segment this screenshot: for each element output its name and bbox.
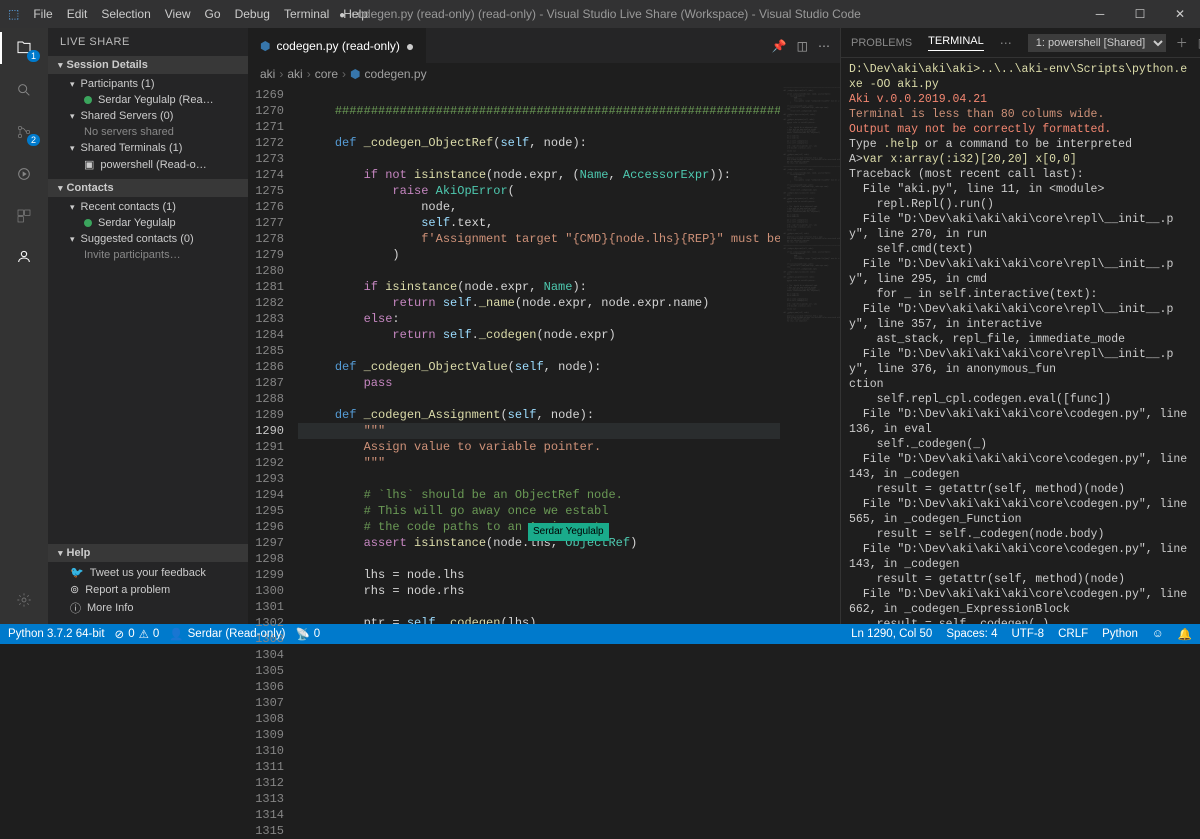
- app-icon: ⬚: [8, 7, 19, 21]
- close-button[interactable]: ✕: [1160, 0, 1200, 28]
- extensions-icon[interactable]: [12, 204, 36, 228]
- tab-codegen[interactable]: ⬢ codegen.py (read-only) ●: [248, 28, 427, 63]
- breadcrumb[interactable]: aki› aki› core› ⬢ codegen.py: [248, 63, 840, 85]
- contact-serdar[interactable]: Serdar Yegulalp: [48, 215, 248, 231]
- search-icon[interactable]: [12, 78, 36, 102]
- editor-tabs: ⬢ codegen.py (read-only) ● 📌 ◫ ⋯: [248, 28, 840, 63]
- status-eol[interactable]: CRLF: [1058, 627, 1088, 641]
- terminal-selector[interactable]: 1: powershell [Shared]: [1028, 34, 1166, 52]
- modified-indicator-icon: ●: [406, 38, 414, 54]
- tweet-feedback[interactable]: 🐦Tweet us your feedback: [48, 564, 248, 581]
- new-terminal-icon[interactable]: ＋: [1176, 34, 1188, 51]
- participant-serdar[interactable]: Serdar Yegulalp (Rea…: [48, 92, 248, 108]
- terminal-output[interactable]: D:\Dev\aki\aki\aki>..\..\aki-env\Scripts…: [841, 58, 1200, 624]
- participants-item[interactable]: Participants (1): [48, 76, 248, 92]
- presence-dot-icon: [84, 96, 92, 104]
- status-position[interactable]: Ln 1290, Col 50: [851, 627, 932, 641]
- recent-contacts-item[interactable]: Recent contacts (1): [48, 199, 248, 215]
- menu-view[interactable]: View: [165, 7, 191, 21]
- report-problem[interactable]: ⊚Report a problem: [48, 581, 248, 598]
- menu-bar: File Edit Selection View Go Debug Termin…: [33, 7, 368, 21]
- explorer-icon[interactable]: 1: [12, 36, 36, 60]
- menu-edit[interactable]: Edit: [67, 7, 88, 21]
- status-bar: Python 3.7.2 64-bit ⊘ 0 ⚠ 0 👤 Serdar (Re…: [0, 624, 1200, 644]
- section-help[interactable]: Help: [48, 544, 248, 562]
- panel-tab-problems[interactable]: Problems: [851, 37, 912, 49]
- menu-go[interactable]: Go: [205, 7, 221, 21]
- code-editor[interactable]: ########################################…: [298, 85, 780, 624]
- section-contacts[interactable]: Contacts: [48, 179, 248, 197]
- activity-bar: 1 2: [0, 28, 48, 624]
- python-file-icon: ⬢: [350, 67, 360, 81]
- status-errors[interactable]: ⊘ 0 ⚠ 0: [115, 627, 160, 641]
- collaborator-cursor: Serdar Yegulalp: [528, 523, 609, 541]
- twitter-icon: 🐦: [70, 566, 84, 579]
- debug-icon[interactable]: [12, 162, 36, 186]
- minimize-button[interactable]: ─: [1080, 0, 1120, 28]
- terminal-powershell-item[interactable]: ▣powershell (Read-o…: [48, 156, 248, 173]
- minimap[interactable]: ########################################…: [780, 85, 840, 624]
- status-spaces[interactable]: Spaces: 4: [946, 627, 997, 641]
- status-python[interactable]: Python 3.7.2 64-bit: [8, 628, 105, 640]
- more-actions-icon[interactable]: ⋯: [818, 39, 830, 53]
- editor-area: ⬢ codegen.py (read-only) ● 📌 ◫ ⋯ aki› ak…: [248, 28, 840, 624]
- no-servers-label: No servers shared: [48, 124, 248, 140]
- pin-icon[interactable]: 📌: [772, 39, 787, 53]
- more-info[interactable]: ⓘMore Info: [48, 598, 248, 618]
- source-control-icon[interactable]: 2: [12, 120, 36, 144]
- suggested-contacts-item[interactable]: Suggested contacts (0): [48, 231, 248, 247]
- shared-servers-item[interactable]: Shared Servers (0): [48, 108, 248, 124]
- info-icon: ⓘ: [70, 600, 81, 616]
- python-file-icon: ⬢: [260, 39, 270, 53]
- invite-participants[interactable]: Invite participants…: [48, 247, 248, 263]
- presence-dot-icon: [84, 219, 92, 227]
- live-share-icon[interactable]: [12, 246, 36, 270]
- menu-terminal[interactable]: Terminal: [284, 7, 329, 21]
- shared-terminals-item[interactable]: Shared Terminals (1): [48, 140, 248, 156]
- terminal-panel: Problems Terminal ⋯ 1: powershell [Share…: [840, 28, 1200, 624]
- window-title: codegen.py (read-only) (read-only) - Vis…: [339, 7, 861, 21]
- menu-file[interactable]: File: [33, 7, 52, 21]
- status-notifications-icon[interactable]: 🔔: [1178, 627, 1192, 641]
- status-encoding[interactable]: UTF-8: [1011, 627, 1044, 641]
- status-language[interactable]: Python: [1102, 627, 1138, 641]
- terminal-icon: ▣: [84, 158, 94, 171]
- line-gutter: 1269127012711272127312741275127612771278…: [248, 85, 298, 624]
- status-port[interactable]: 📡 0: [295, 627, 320, 641]
- titlebar: ⬚ File Edit Selection View Go Debug Term…: [0, 0, 1200, 28]
- menu-selection[interactable]: Selection: [101, 7, 150, 21]
- section-session-details[interactable]: Session Details: [48, 56, 248, 74]
- status-live-share[interactable]: 👤 Serdar (Read-only): [169, 627, 285, 641]
- maximize-button[interactable]: ☐: [1120, 0, 1160, 28]
- panel-tab-terminal[interactable]: Terminal: [928, 35, 984, 51]
- github-icon: ⊚: [70, 583, 79, 596]
- menu-debug[interactable]: Debug: [235, 7, 270, 21]
- window-controls: ─ ☐ ✕: [1080, 0, 1200, 28]
- split-icon[interactable]: ◫: [797, 39, 808, 53]
- sidebar: Live Share Session Details Participants …: [48, 28, 248, 624]
- sidebar-title: Live Share: [48, 28, 248, 56]
- settings-icon[interactable]: [12, 588, 36, 612]
- panel-more-icon[interactable]: ⋯: [1000, 36, 1012, 50]
- status-feedback-icon[interactable]: ☺: [1152, 627, 1164, 641]
